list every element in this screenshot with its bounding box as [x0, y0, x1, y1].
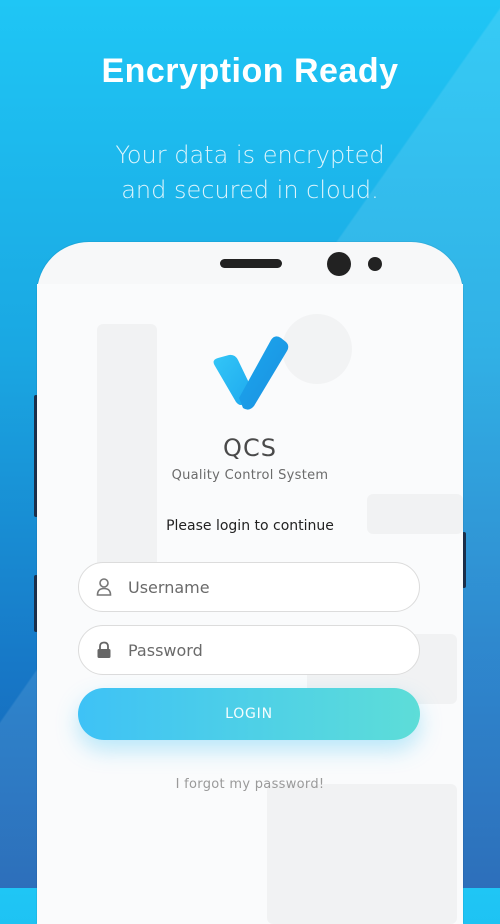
username-input[interactable] [126, 576, 410, 598]
login-screen: QCS Quality Control System Please login … [37, 284, 463, 924]
login-prompt: Please login to continue [166, 518, 334, 534]
user-icon [94, 577, 114, 597]
forgot-password-link[interactable]: I forgot my password! [37, 777, 463, 792]
background-shape [282, 314, 352, 384]
app-full-name: Quality Control System [171, 468, 329, 483]
background-shape [267, 784, 457, 924]
password-field[interactable] [78, 625, 420, 675]
lock-icon [94, 640, 114, 660]
checkmark-icon [209, 332, 291, 418]
username-field[interactable] [78, 562, 420, 612]
password-input[interactable] [126, 639, 410, 661]
promo-subtitle: Your data is encrypted and secured in cl… [0, 138, 500, 208]
phone-camera [327, 252, 351, 276]
login-button[interactable]: LOGIN [78, 688, 420, 740]
phone-frame: QCS Quality Control System Please login … [37, 242, 463, 924]
promo-subtitle-line-2: and secured in cloud. [121, 176, 379, 204]
phone-sensor [368, 257, 382, 271]
promo-subtitle-line-1: Your data is encrypted [115, 141, 385, 169]
phone-speaker [220, 259, 282, 268]
app-name: QCS [223, 434, 277, 462]
promo-title: Encryption Ready [101, 52, 399, 90]
